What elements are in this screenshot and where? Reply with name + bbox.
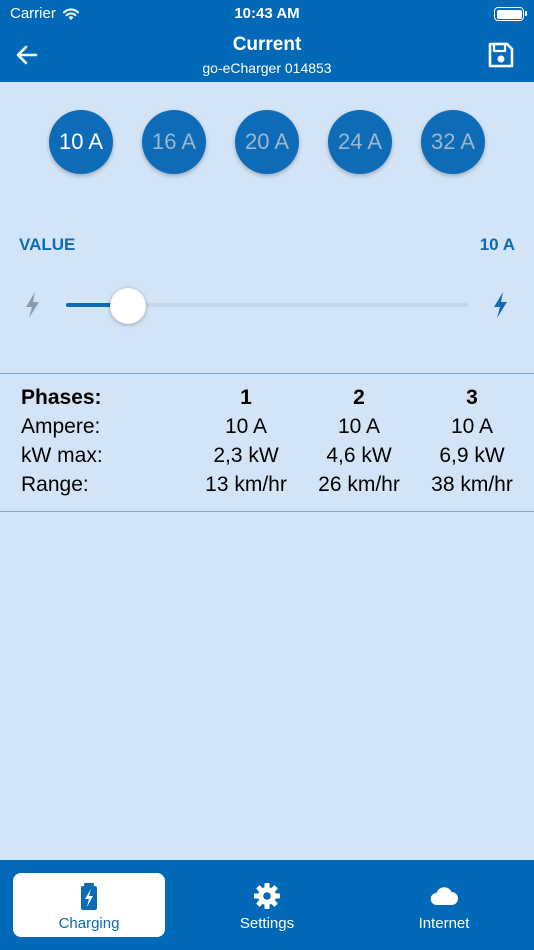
gear-icon: [254, 883, 280, 909]
tab-charging-label: Charging: [58, 915, 120, 932]
value-label: VALUE: [19, 235, 76, 254]
preset-24a-button[interactable]: 24 A: [328, 110, 392, 174]
value-amount: 10 A: [479, 235, 515, 254]
page-subtitle: go-eCharger 014853: [202, 60, 332, 76]
current-slider-thumb[interactable]: [109, 288, 146, 324]
bolt-high-icon: [494, 292, 507, 318]
page-title: Current: [232, 34, 302, 55]
table-row: Range: 13 km/hr 26 km/hr 38 km/hr: [0, 471, 534, 500]
table-cell: 6,9 kW: [439, 444, 505, 467]
top-bar: Carrier 10:43 AM Current go-eCharger 014…: [0, 0, 534, 82]
table-cell: 4,6 kW: [326, 444, 392, 467]
table-row-label: Ampere:: [21, 415, 101, 438]
battery-charging-icon: [81, 883, 97, 910]
table-cell: 38 km/hr: [431, 473, 513, 496]
table-row: kW max: 2,3 kW 4,6 kW 6,9 kW: [0, 442, 534, 471]
table-header-label: Phases:: [21, 386, 102, 409]
table-cell: 10 A: [224, 415, 268, 438]
status-time: 10:43 AM: [234, 5, 300, 22]
navigation-bar: Current go-eCharger 014853: [0, 28, 534, 82]
table-row-label: Range:: [21, 473, 89, 496]
preset-buttons: 10 A 16 A 20 A 24 A 32 A: [0, 110, 534, 174]
bolt-low-icon: [26, 292, 39, 318]
table-header-row: Phases: 1 2 3: [0, 384, 534, 413]
tab-charging[interactable]: Charging: [13, 873, 165, 937]
table-row: Ampere: 10 A 10 A 10 A: [0, 413, 534, 442]
battery-icon: [494, 7, 527, 21]
tab-settings[interactable]: Settings: [191, 873, 343, 937]
preset-20a-button[interactable]: 20 A: [235, 110, 299, 174]
status-bar: Carrier 10:43 AM: [0, 0, 534, 28]
cloud-icon: [430, 887, 458, 906]
table-cell: 10 A: [450, 415, 494, 438]
preset-16a-button[interactable]: 16 A: [142, 110, 206, 174]
table-cell: 2,3 kW: [213, 444, 279, 467]
table-row-label: kW max:: [21, 444, 103, 467]
tab-internet-label: Internet: [418, 915, 470, 932]
table-cell: 13 km/hr: [205, 473, 287, 496]
table-cell: 10 A: [337, 415, 381, 438]
tab-internet[interactable]: Internet: [368, 873, 520, 937]
tab-settings-label: Settings: [239, 915, 295, 932]
preset-32a-button[interactable]: 32 A: [421, 110, 485, 174]
divider-top: [0, 373, 534, 374]
table-cell: 26 km/hr: [318, 473, 400, 496]
table-header-phase-2: 2: [353, 386, 365, 409]
divider-bottom: [0, 511, 534, 512]
tab-bar: Charging Settings Internet: [0, 860, 534, 950]
table-header-phase-3: 3: [466, 386, 478, 409]
save-icon[interactable]: [486, 40, 516, 70]
preset-10a-button[interactable]: 10 A: [49, 110, 113, 174]
table-header-phase-1: 1: [240, 386, 252, 409]
phase-table: Phases: 1 2 3 Ampere: 10 A 10 A 10 A kW …: [0, 384, 534, 500]
